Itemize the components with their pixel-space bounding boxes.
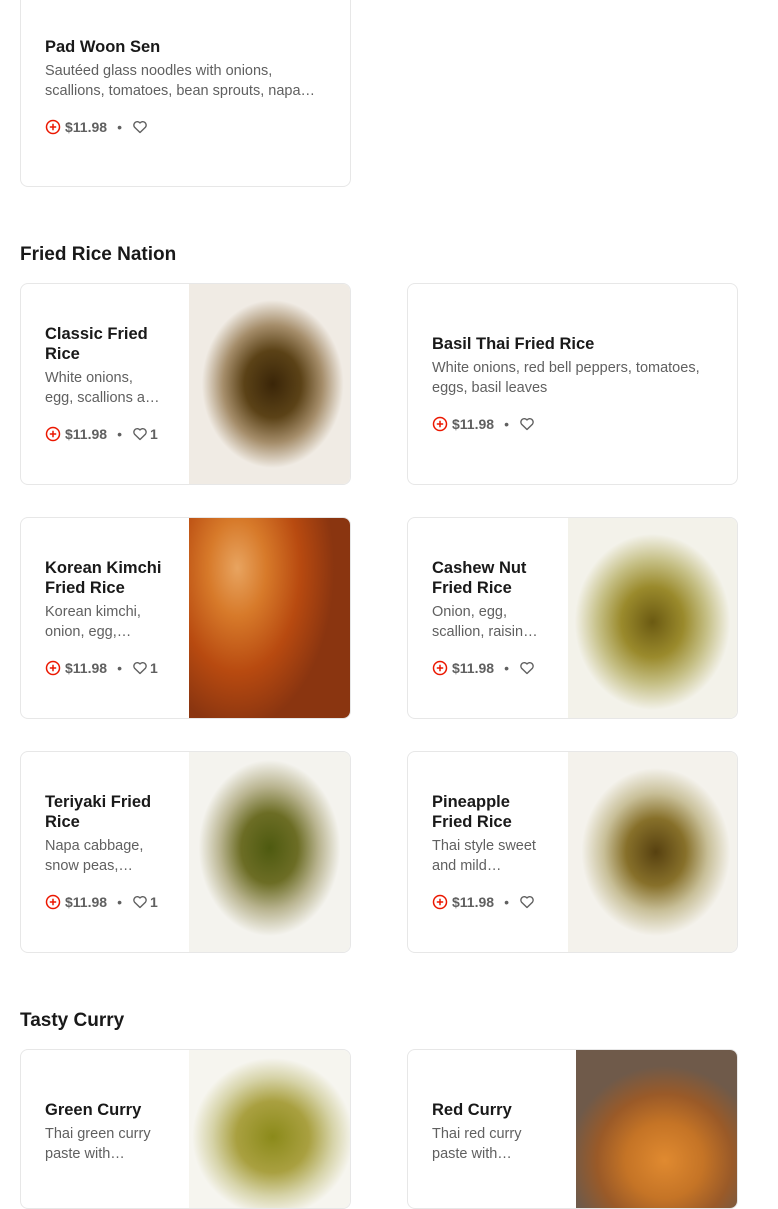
- item-price: $11.98: [65, 894, 108, 910]
- item-name: Pineapple Fried Rice: [432, 793, 512, 831]
- separator-dot: •: [117, 426, 122, 442]
- item-meta: $11.98 •: [45, 117, 329, 137]
- menu-item-card[interactable]: Green Curry Thai green curry paste with …: [20, 1049, 351, 1209]
- item-name: Classic Fried Rice: [45, 325, 148, 363]
- item-photo: [568, 518, 737, 718]
- item-price: $11.98: [452, 894, 495, 910]
- heart-icon[interactable]: [132, 894, 148, 910]
- item-meta: $11.98 • 1: [45, 424, 165, 444]
- add-circle-icon[interactable]: [432, 894, 448, 910]
- heart-icon[interactable]: [519, 416, 535, 432]
- item-price: $11.98: [65, 426, 108, 442]
- item-photo: [189, 752, 350, 952]
- menu-item-card[interactable]: Basil Thai Fried Rice White onions, red …: [407, 283, 738, 485]
- item-description: Thai style sweet and mild pineapple frie…: [432, 838, 536, 874]
- item-description: Sautéed glass noodles with onions, scall…: [45, 63, 301, 99]
- like-count: 1: [149, 660, 158, 676]
- section-title: Tasty Curry: [20, 1010, 125, 1031]
- separator-dot: •: [504, 660, 509, 676]
- item-name: Cashew Nut Fried Rice: [432, 559, 527, 597]
- menu-item-card[interactable]: Pad Woon Sen Sautéed glass noodles with …: [20, 0, 351, 187]
- add-circle-icon[interactable]: [432, 660, 448, 676]
- item-name: Basil Thai Fried Rice: [432, 335, 595, 353]
- section-title: Fried Rice Nation: [20, 244, 177, 265]
- item-price: $11.98: [65, 119, 108, 135]
- item-price: $11.98: [65, 660, 108, 676]
- separator-dot: •: [504, 416, 509, 432]
- add-circle-icon[interactable]: [432, 416, 448, 432]
- item-photo: [189, 284, 350, 484]
- item-name: Pad Woon Sen: [45, 38, 161, 56]
- heart-icon[interactable]: [519, 660, 535, 676]
- item-description: Napa cabbage, snow peas, carrots, onions: [45, 838, 144, 874]
- menu-item-card[interactable]: Pineapple Fried Rice Thai style sweet an…: [407, 751, 738, 953]
- item-description: Korean kimchi, onion, egg, scallions: [45, 604, 141, 640]
- item-meta: $11.98 •: [432, 414, 716, 434]
- item-name: Green Curry: [45, 1101, 142, 1119]
- add-circle-icon[interactable]: [45, 119, 61, 135]
- item-name: Teriyaki Fried Rice: [45, 793, 152, 831]
- item-photo: [568, 752, 737, 952]
- like-count: 1: [149, 426, 158, 442]
- item-description: White onions, red bell peppers, tomatoes…: [432, 360, 700, 396]
- add-circle-icon[interactable]: [45, 894, 61, 910]
- add-circle-icon[interactable]: [45, 426, 61, 442]
- menu-item-card[interactable]: Red Curry Thai red curry paste with coco…: [407, 1049, 738, 1209]
- item-meta: $11.98 •: [432, 658, 544, 678]
- item-description: Onion, egg, scallion, raisins, cashew nu…: [432, 604, 535, 640]
- item-photo: [576, 1050, 737, 1208]
- like-count: 1: [149, 894, 158, 910]
- item-description: Thai red curry paste with coconut milk: [432, 1126, 522, 1162]
- item-meta: $11.98 • 1: [45, 658, 165, 678]
- item-name: Red Curry: [432, 1101, 512, 1119]
- item-price: $11.98: [452, 416, 495, 432]
- item-meta: $11.98 •: [432, 892, 544, 912]
- item-name: Korean Kimchi Fried Rice: [45, 559, 162, 597]
- menu-item-card[interactable]: Cashew Nut Fried Rice Onion, egg, scalli…: [407, 517, 738, 719]
- heart-icon[interactable]: [132, 426, 148, 442]
- menu-item-card[interactable]: Classic Fried Rice White onions, egg, sc…: [20, 283, 351, 485]
- separator-dot: •: [117, 894, 122, 910]
- heart-icon[interactable]: [132, 119, 148, 135]
- add-circle-icon[interactable]: [45, 660, 61, 676]
- heart-icon[interactable]: [132, 660, 148, 676]
- item-photo: [189, 518, 350, 718]
- separator-dot: •: [117, 119, 122, 135]
- separator-dot: •: [117, 660, 122, 676]
- heart-icon[interactable]: [519, 894, 535, 910]
- item-price: $11.98: [452, 660, 495, 676]
- item-photo: [189, 1050, 350, 1208]
- item-description: Thai green curry paste with coconut milk: [45, 1126, 151, 1162]
- item-meta: $11.98 • 1: [45, 892, 165, 912]
- item-description: White onions, egg, scallions and peas: [45, 370, 162, 406]
- separator-dot: •: [504, 894, 509, 910]
- menu-item-card[interactable]: Korean Kimchi Fried Rice Korean kimchi, …: [20, 517, 351, 719]
- menu-item-card[interactable]: Teriyaki Fried Rice Napa cabbage, snow p…: [20, 751, 351, 953]
